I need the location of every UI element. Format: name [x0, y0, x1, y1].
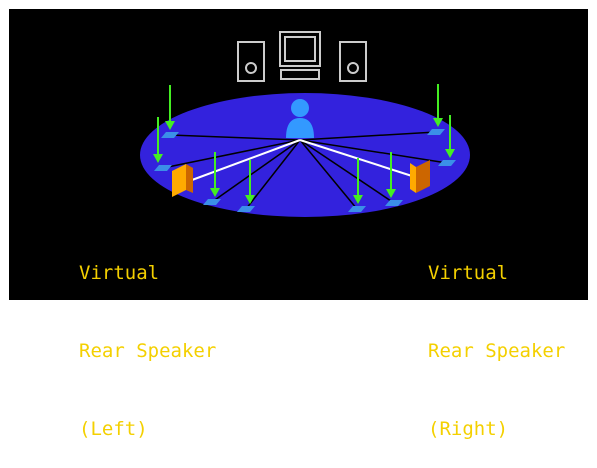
label-left-line3: (Left)	[79, 418, 148, 440]
label-left-line1: Virtual	[79, 262, 160, 284]
label-right-line1: Virtual	[428, 262, 509, 284]
label-right-line3: (Right)	[428, 418, 509, 440]
virtual-rear-speaker-left-label: Virtual Rear Speaker (Left)	[79, 208, 216, 468]
virtual-rear-speaker-right-label: Virtual Rear Speaker (Right)	[428, 208, 565, 468]
label-left-line2: Rear Speaker	[79, 340, 217, 362]
label-right-line2: Rear Speaker	[428, 340, 566, 362]
